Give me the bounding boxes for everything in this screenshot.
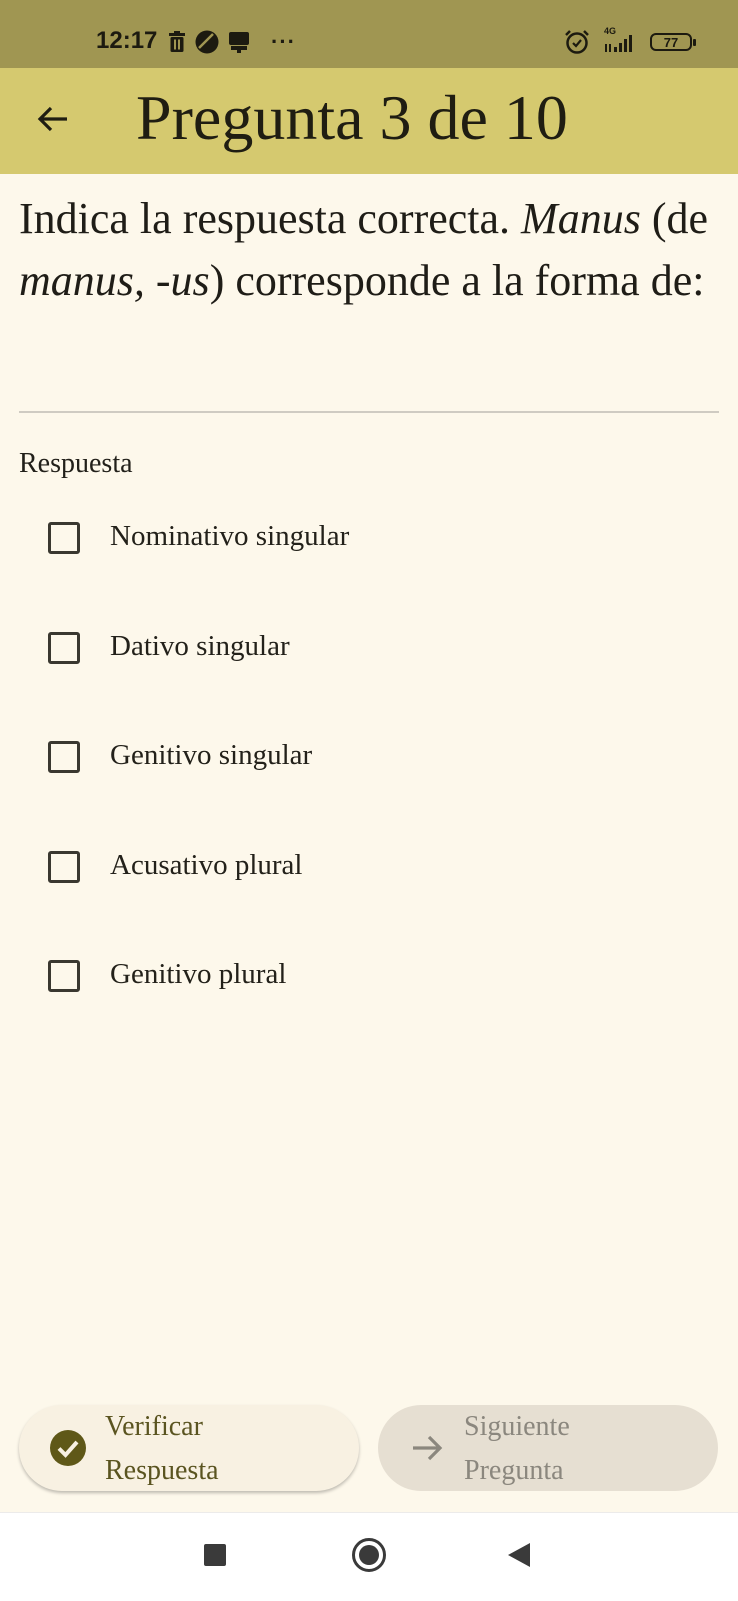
- signal-icon: 4G: [602, 26, 638, 55]
- checkbox[interactable]: [48, 632, 80, 664]
- option-label: Genitivo singular: [110, 739, 313, 771]
- question-mid: (de: [640, 194, 709, 243]
- option-nominativo-singular[interactable]: Nominativo singular: [0, 500, 738, 580]
- question-lemma: manus, -us: [19, 256, 210, 305]
- option-acusativo-plural[interactable]: Acusativo plural: [0, 829, 738, 909]
- trash-icon: [168, 31, 186, 53]
- question-word: Manus: [521, 194, 641, 243]
- answer-label: Respuesta: [19, 448, 133, 479]
- next-question-button[interactable]: Siguiente Pregunta: [378, 1405, 718, 1491]
- option-label: Genitivo plural: [110, 958, 287, 990]
- next-label: Siguiente Pregunta: [464, 1405, 570, 1493]
- verify-label-line2: Respuesta: [105, 1455, 219, 1486]
- question-suffix: ) corresponde a la forma de:: [209, 256, 705, 305]
- verify-label-line1: Verificar: [105, 1411, 203, 1442]
- next-label-line2: Pregunta: [464, 1455, 564, 1486]
- status-icons-right: 4G 77: [564, 26, 696, 56]
- page-title: Pregunta 3 de 10: [136, 82, 568, 153]
- check-circle-icon: [49, 1429, 87, 1467]
- verify-answer-button[interactable]: Verificar Respuesta: [19, 1405, 359, 1491]
- divider: [19, 411, 719, 413]
- app-bar: Pregunta 3 de 10: [0, 68, 738, 174]
- status-icons-left: ···: [168, 28, 296, 56]
- home-button[interactable]: [347, 1535, 391, 1579]
- verify-label: Verificar Respuesta: [105, 1405, 219, 1493]
- battery-icon: 77: [650, 33, 696, 51]
- back-button[interactable]: [28, 96, 78, 146]
- option-label: Nominativo singular: [110, 520, 350, 552]
- recents-square-icon: [203, 1543, 227, 1572]
- option-label: Dativo singular: [110, 630, 290, 662]
- checkbox[interactable]: [48, 960, 80, 992]
- status-time: 12:17: [96, 27, 158, 54]
- alarm-icon: [564, 29, 590, 55]
- shop-icon: [228, 30, 250, 54]
- more-icon: ···: [271, 29, 296, 54]
- checkbox[interactable]: [48, 522, 80, 554]
- option-dativo-singular[interactable]: Dativo singular: [0, 610, 738, 690]
- option-genitivo-plural[interactable]: Genitivo plural: [0, 938, 738, 1018]
- nav-back-button[interactable]: [497, 1535, 541, 1579]
- back-triangle-icon: [506, 1541, 532, 1574]
- recents-button[interactable]: [193, 1535, 237, 1579]
- option-label: Acusativo plural: [110, 849, 303, 881]
- checkbox[interactable]: [48, 741, 80, 773]
- system-nav-bar: [0, 1512, 738, 1601]
- next-label-line1: Siguiente: [464, 1411, 570, 1442]
- battery-level: 77: [663, 34, 679, 50]
- circle-status-icon: [195, 30, 219, 54]
- arrow-left-icon: [35, 101, 71, 142]
- home-circle-icon: [351, 1537, 387, 1578]
- checkbox[interactable]: [48, 851, 80, 883]
- status-bar: 12:17 ··· 4G 77: [0, 0, 738, 68]
- option-genitivo-singular[interactable]: Genitivo singular: [0, 719, 738, 799]
- arrow-right-icon: [408, 1429, 446, 1467]
- question-prefix: Indica la respuesta correcta.: [19, 194, 522, 243]
- question-text: Indica la respuesta correcta. Manus (de …: [19, 188, 719, 312]
